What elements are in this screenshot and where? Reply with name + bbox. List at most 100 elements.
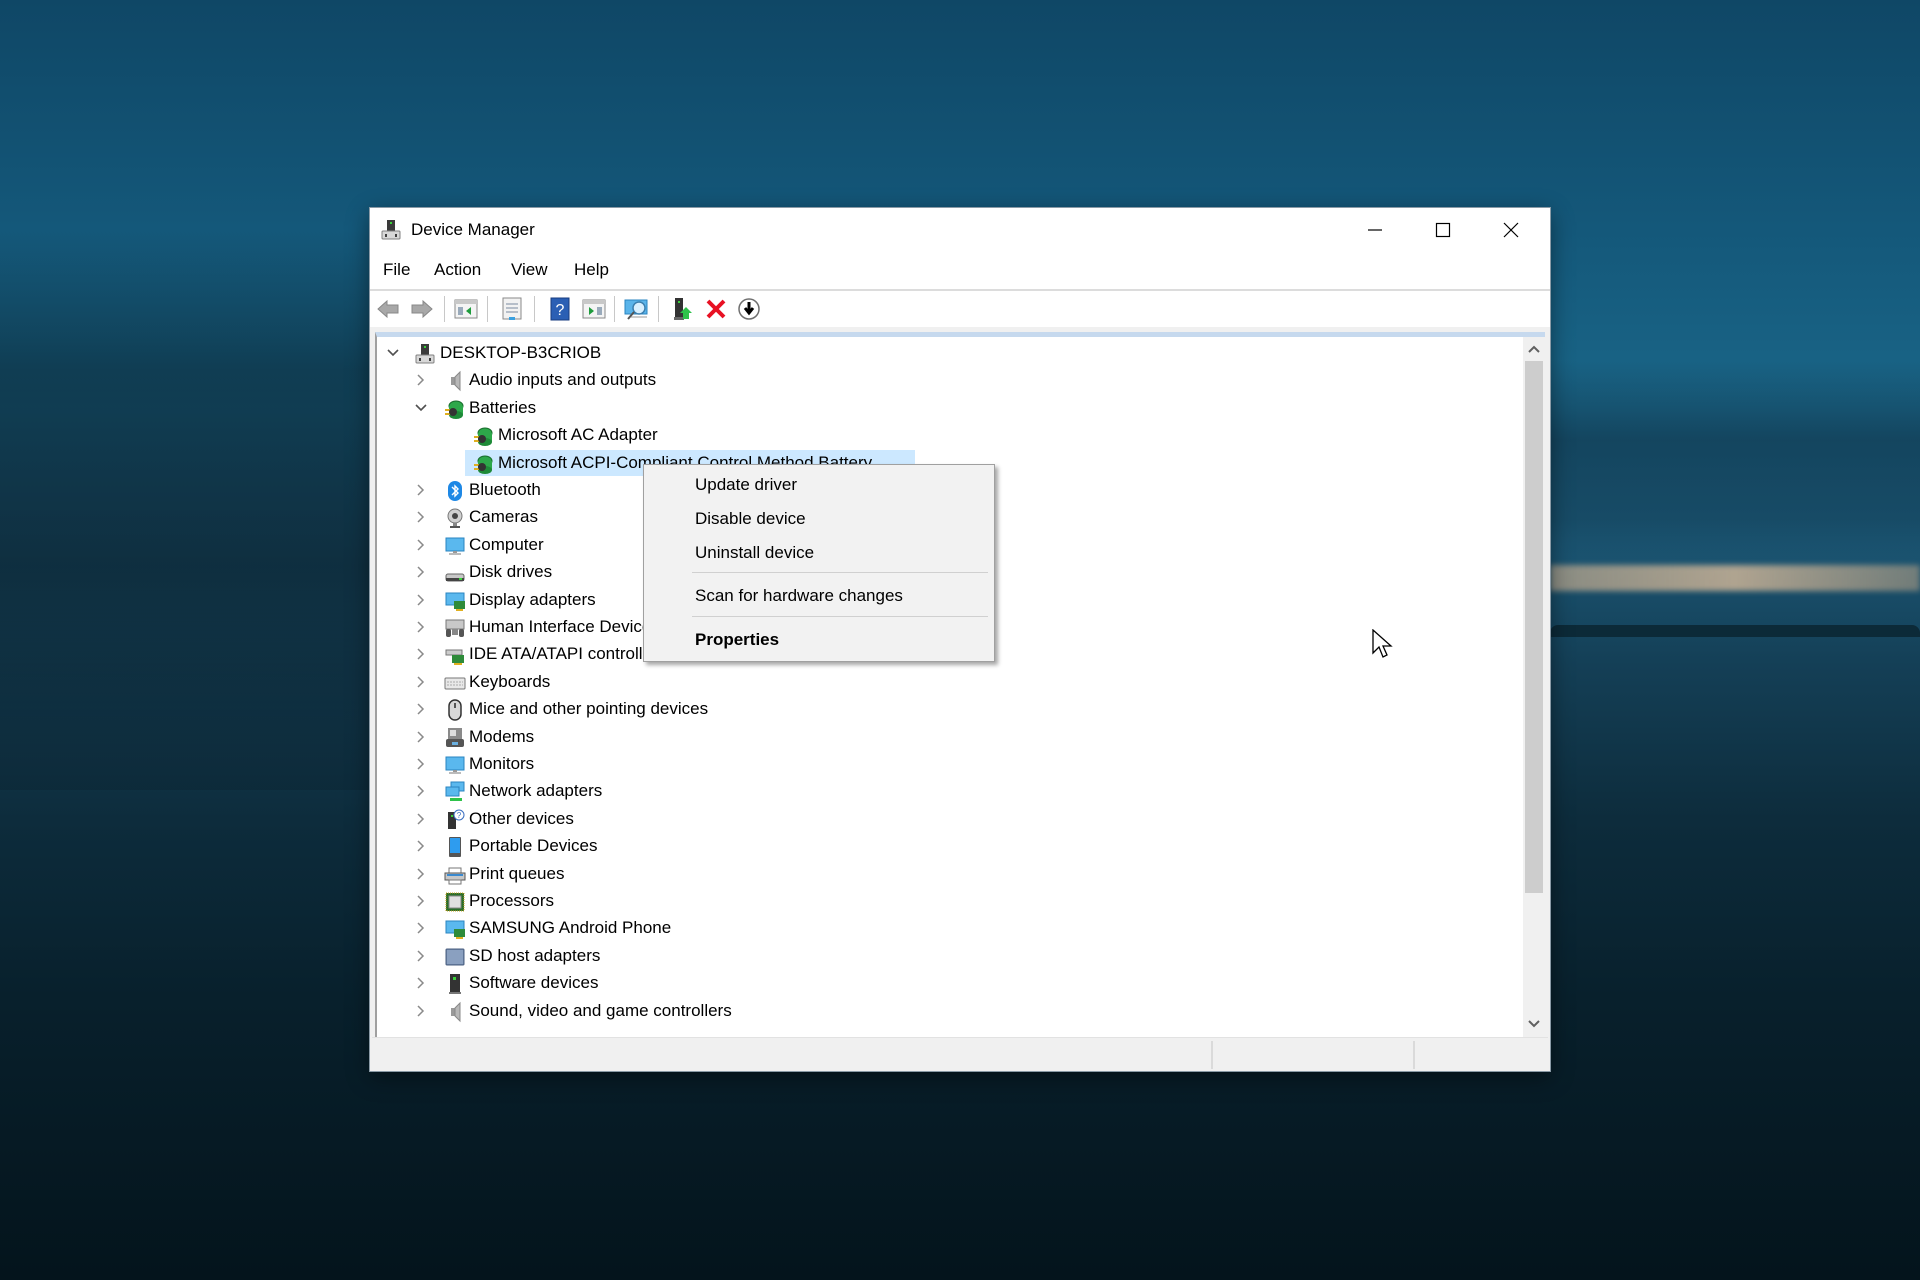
expand-toggle[interactable] [413, 810, 429, 828]
show-hide-console-tree-button[interactable] [452, 296, 480, 322]
tree-category-node[interactable]: Portable Devices [377, 833, 1521, 860]
expand-toggle[interactable] [413, 947, 429, 965]
scan-hardware-button[interactable] [623, 296, 651, 322]
maximize-button[interactable] [1409, 208, 1477, 251]
tree-node-label: Print queues [469, 863, 565, 883]
toolbar-separator [658, 296, 659, 322]
tree-category-node[interactable]: SAMSUNG Android Phone [377, 915, 1521, 942]
minimize-button[interactable] [1341, 208, 1409, 251]
scroll-down-button[interactable] [1523, 1014, 1545, 1034]
expand-toggle[interactable] [413, 563, 429, 581]
tree-category-node[interactable]: ? Other devices [377, 806, 1521, 833]
help-button[interactable]: ? [546, 296, 574, 322]
chevron-right-icon [417, 785, 425, 797]
tree-node-label: Cameras [469, 507, 538, 527]
expand-toggle[interactable] [413, 508, 429, 526]
menu-action[interactable]: Action [434, 260, 481, 280]
context-menu-update-driver[interactable]: Update driver [646, 468, 992, 500]
tree-category-node[interactable]: Keyboards [377, 669, 1521, 696]
back-button[interactable] [374, 296, 402, 322]
context-menu-uninstall-device[interactable]: Uninstall device [646, 536, 992, 568]
tree-node-label: DESKTOP-B3CRIOB [440, 343, 602, 362]
device-tree[interactable]: DESKTOP-B3CRIOB Audio inputs and outputs B… [375, 332, 1545, 1037]
tree-category-node[interactable]: Batteries [377, 395, 1521, 422]
menu-view[interactable]: View [511, 260, 548, 280]
chevron-down-icon [387, 349, 399, 357]
expand-toggle[interactable] [413, 728, 429, 746]
tree-category-node[interactable]: SD host adapters [377, 943, 1521, 970]
expand-toggle[interactable] [413, 700, 429, 718]
context-menu-label: Update driver [695, 475, 798, 494]
chevron-right-icon [417, 621, 425, 633]
tree-root-node[interactable]: DESKTOP-B3CRIOB [377, 340, 1521, 367]
expand-toggle[interactable] [413, 536, 429, 554]
expand-toggle[interactable] [413, 591, 429, 609]
chevron-right-icon [417, 813, 425, 825]
tree-device-node[interactable]: Microsoft AC Adapter [377, 422, 1521, 449]
tree-category-node[interactable]: Monitors [377, 751, 1521, 778]
status-bar [372, 1037, 1548, 1070]
enable-device-icon [738, 298, 760, 320]
desktop-wallpaper-islands [1550, 625, 1920, 637]
forward-button[interactable] [408, 296, 436, 322]
tree-category-node[interactable]: Network adapters [377, 778, 1521, 805]
expand-toggle[interactable] [413, 837, 429, 855]
expand-toggle[interactable] [413, 755, 429, 773]
close-button[interactable] [1477, 208, 1545, 251]
chevron-right-icon [417, 484, 425, 496]
menu-bar: File Action View Help [370, 251, 1550, 291]
expand-toggle[interactable] [413, 481, 429, 499]
menu-help[interactable]: Help [574, 260, 609, 280]
keyboard-icon [444, 677, 466, 690]
expand-toggle[interactable] [413, 371, 429, 389]
context-menu-properties[interactable]: Properties [646, 623, 992, 655]
vertical-scrollbar[interactable] [1523, 337, 1545, 1037]
maximize-icon [1435, 222, 1451, 237]
expand-toggle[interactable] [413, 892, 429, 910]
title-bar[interactable]: Device Manager [370, 208, 1550, 251]
uninstall-device-button[interactable] [702, 296, 730, 322]
context-menu-scan-hardware[interactable]: Scan for hardware changes [646, 579, 992, 611]
show-hide-console-tree-icon [454, 299, 478, 319]
properties-button[interactable] [498, 296, 526, 322]
chevron-right-icon [417, 374, 425, 386]
context-menu-disable-device[interactable]: Disable device [646, 502, 992, 534]
tree-category-node[interactable]: Software devices [377, 970, 1521, 997]
expand-toggle[interactable] [413, 673, 429, 691]
tree-category-node[interactable]: Sound, video and game controllers [377, 998, 1521, 1025]
tree-category-node[interactable]: Processors [377, 888, 1521, 915]
scroll-up-button[interactable] [1523, 339, 1545, 359]
minimize-icon [1368, 228, 1382, 231]
collapse-toggle[interactable] [385, 344, 401, 362]
back-arrow-icon [377, 299, 399, 319]
tree-node-label: IDE ATA/ATAPI controllers [469, 644, 667, 664]
show-hide-action-pane-button[interactable] [580, 296, 608, 322]
computer-tower-icon [415, 344, 435, 364]
expand-toggle[interactable] [413, 618, 429, 636]
expand-toggle[interactable] [413, 1002, 429, 1020]
tree-node-label: Batteries [469, 397, 537, 417]
expand-toggle[interactable] [413, 645, 429, 663]
enable-device-button[interactable] [735, 296, 763, 322]
menu-file[interactable]: File [383, 260, 410, 280]
expand-toggle[interactable] [413, 974, 429, 992]
tree-node-label: Modems [469, 726, 535, 746]
tree-category-node[interactable]: Mice and other pointing devices [377, 696, 1521, 723]
chevron-right-icon [417, 868, 425, 880]
context-menu-label: Scan for hardware changes [695, 586, 903, 605]
expand-toggle[interactable] [413, 782, 429, 800]
scrollbar-thumb[interactable] [1525, 361, 1543, 893]
software-device-icon [449, 974, 461, 995]
chevron-up-icon [1528, 345, 1540, 353]
tree-node-label: Processors [469, 891, 555, 910]
expand-toggle[interactable] [413, 919, 429, 937]
tree-node-label: Disk drives [469, 562, 553, 582]
tree-category-node[interactable]: Audio inputs and outputs [377, 367, 1521, 394]
tree-category-node[interactable]: Print queues [377, 861, 1521, 888]
bluetooth-icon [448, 481, 462, 501]
tree-category-node[interactable]: Modems [377, 724, 1521, 751]
update-driver-button[interactable] [668, 296, 696, 322]
collapse-toggle[interactable] [413, 399, 429, 417]
context-menu-label: Uninstall device [695, 543, 815, 562]
expand-toggle[interactable] [413, 865, 429, 883]
